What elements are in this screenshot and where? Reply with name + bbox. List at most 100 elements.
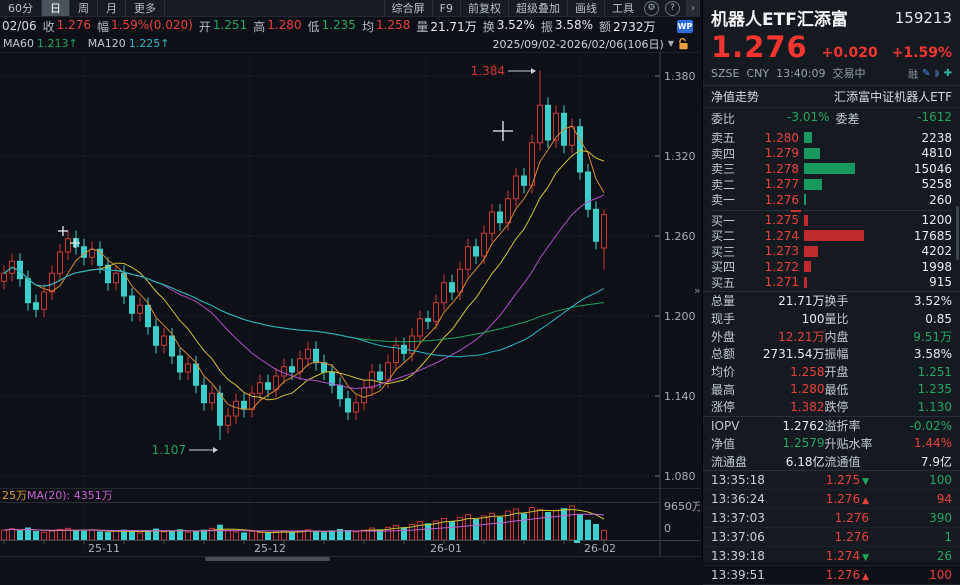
svg-text:9650万: 9650万 (664, 500, 700, 513)
kline-chart[interactable]: 1.3801.3201.2601.2001.1401.08025-1125-12… (0, 52, 700, 562)
ma-legend-item: MA601.213↑ (3, 37, 78, 50)
svg-text:1.140: 1.140 (664, 390, 696, 403)
tick-row[interactable]: 13:39:511.276▲100 (703, 566, 960, 585)
weibi-label: 委比 (711, 110, 743, 127)
stock-code: 159213 (895, 9, 952, 27)
depth-bar (804, 179, 822, 190)
stock-name: 机器人ETF汇添富 (711, 5, 848, 30)
tick-row[interactable]: 13:39:181.274▼26 (703, 547, 960, 566)
quote-date: 02/06 (2, 19, 37, 33)
orderbook-divider (711, 210, 952, 211)
quote-item: 额2732万 (599, 18, 656, 35)
stat-row: 外盘12.21万内盘9.51万 (703, 327, 960, 345)
depth-bar (804, 163, 855, 174)
svg-text:1.200: 1.200 (664, 310, 696, 323)
stat-row: 涨停1.382跌停1.130 (703, 398, 960, 416)
stat-row: 最高1.280最低1.235 (703, 380, 960, 398)
menu-前复权[interactable]: 前复权 (460, 0, 508, 16)
date-range-selector[interactable]: 2025/09/02-2026/02/06(106日) ▼ (492, 36, 689, 52)
edit-icon[interactable]: ✎ (922, 68, 930, 79)
svg-text:26-01: 26-01 (430, 542, 462, 555)
stat-row: 现手100量比0.85 (703, 310, 960, 328)
weibi-value: -3.01% (743, 110, 830, 127)
depth-bar (804, 230, 864, 241)
quote-item: 均1.258 (362, 18, 410, 35)
tab-nav-value-trend[interactable]: 净值走势 (711, 88, 759, 105)
wp-icon[interactable]: WP (677, 20, 693, 33)
tab-日[interactable]: 日 (42, 0, 70, 16)
quote-item: 振3.58% (541, 18, 593, 35)
svg-text:1.384: 1.384 (471, 64, 505, 78)
quote-item: 幅1.59%(0.020) (97, 18, 193, 35)
panel-collapse-icon[interactable]: » (694, 284, 701, 297)
toolbar-menus: 综合屏F9前复权超级叠加画线工具 (384, 0, 641, 16)
tick-row[interactable]: 13:37:031.276390 (703, 509, 960, 528)
next-panel-icon[interactable]: › (686, 0, 700, 16)
menu-画线[interactable]: 画线 (567, 0, 604, 16)
stat-row: IOPV1.2762溢折率-0.02% (703, 417, 960, 435)
depth-bar (804, 246, 818, 257)
tab-60分[interactable]: 60分 (0, 0, 42, 16)
stat-row: 总额2731.54万振幅3.58% (703, 345, 960, 363)
orderbook-row[interactable]: 买二1.27417685 (703, 228, 960, 244)
panel-scrollbar[interactable] (956, 206, 959, 260)
weicha-value: -1612 (866, 110, 953, 127)
svg-text:26-02: 26-02 (584, 542, 616, 555)
depth-bar (804, 194, 806, 205)
menu-工具[interactable]: 工具 (604, 0, 641, 16)
stat-row: 均价1.258开盘1.251 (703, 363, 960, 381)
orderbook-row[interactable]: 买三1.2734202 (703, 244, 960, 260)
quote-item: 高1.280 (253, 18, 301, 35)
quote-item: 换3.52% (483, 18, 535, 35)
weicha-label: 委差 (830, 110, 866, 127)
tick-row[interactable]: 13:36:241.276▲94 (703, 490, 960, 509)
menu-超级叠加[interactable]: 超级叠加 (508, 0, 567, 16)
tab-更多[interactable]: 更多 (126, 0, 165, 16)
orderbook-row[interactable]: 卖二1.2775258 (703, 177, 960, 193)
toolbar-tabs: 60分日周月更多 (0, 0, 165, 16)
svg-text:1.080: 1.080 (664, 470, 696, 483)
add-icon[interactable]: ✚ (944, 68, 952, 79)
tick-row[interactable]: 13:37:061.2761 (703, 528, 960, 547)
svg-text:1.320: 1.320 (664, 150, 696, 163)
quote-items: 收1.276幅1.59%(0.020)开1.251高1.280低1.235均1.… (43, 18, 656, 35)
ask-levels: 卖五1.2802238卖四1.2794810卖三1.27815046卖二1.27… (703, 129, 960, 209)
tab-周[interactable]: 周 (70, 0, 98, 16)
margin-tag: 融 (908, 66, 918, 81)
orderbook-row[interactable]: 卖三1.27815046 (703, 161, 960, 177)
quote-time: 13:40:09 (776, 67, 825, 80)
quote-bar: 02/06 收1.276幅1.59%(0.020)开1.251高1.280低1.… (0, 17, 700, 35)
trading-app: { "palette":{"red":"#e8413c","green":"#1… (0, 0, 960, 562)
stats-section: 总量21.71万换手3.52%现手100量比0.85外盘12.21万内盘9.51… (703, 291, 960, 416)
depth-bar (804, 132, 812, 143)
orderbook-row[interactable]: 买五1.271915 (703, 275, 960, 291)
depth-bar (804, 148, 820, 159)
quote-panel: 机器人ETF汇添富 159213 1.276 +0.020 +1.59% SZS… (702, 0, 960, 562)
exchange-label: SZSE (711, 67, 739, 80)
unlock-icon[interactable] (678, 38, 689, 50)
date-range-label: 2025/09/02-2026/02/06(106日) (492, 36, 663, 52)
weibi-row: 委比 -3.01% 委差 -1612 (703, 108, 960, 129)
chevron-down-icon: ▼ (668, 39, 674, 48)
orderbook-row[interactable]: 卖四1.2794810 (703, 146, 960, 162)
quote-item: 量21.71万 (416, 18, 476, 35)
svg-text:25-12: 25-12 (254, 542, 286, 555)
depth-bar (804, 261, 811, 272)
tick-row[interactable]: 13:35:181.275▼100 (703, 471, 960, 490)
alert-icon[interactable]: ◗ (934, 68, 939, 79)
orderbook-row[interactable]: 卖五1.2802238 (703, 130, 960, 146)
tab-月[interactable]: 月 (98, 0, 126, 16)
orderbook-row[interactable]: 买四1.2721998 (703, 259, 960, 275)
quote-item: 收1.276 (43, 18, 91, 35)
svg-text:0: 0 (664, 522, 671, 535)
orderbook-row[interactable]: 卖一1.276260 (703, 192, 960, 208)
gear-icon[interactable]: ⚙ (644, 1, 659, 16)
orderbook-row[interactable]: 买一1.2751200 (703, 213, 960, 229)
help-icon[interactable]: ? (665, 1, 680, 16)
svg-text:MA(20): 4351万: MA(20): 4351万 (27, 489, 113, 502)
menu-综合屏[interactable]: 综合屏 (384, 0, 432, 16)
tick-list[interactable]: 13:35:181.275▼10013:36:241.276▲9413:37:0… (703, 470, 960, 585)
kline-chart-svg: 1.3801.3201.2601.2001.1401.08025-1125-12… (0, 52, 700, 562)
menu-F9[interactable]: F9 (432, 0, 460, 16)
quote-item: 开1.251 (199, 18, 247, 35)
